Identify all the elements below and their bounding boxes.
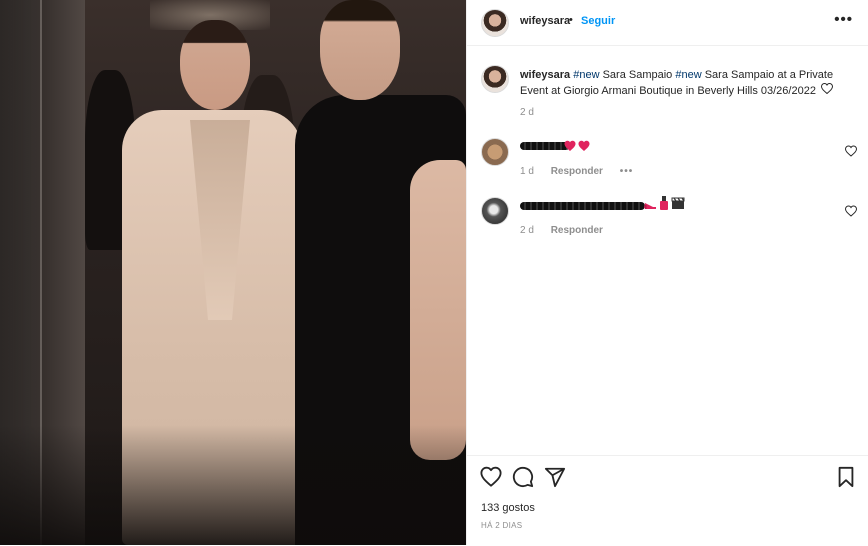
heart-emoji [564, 139, 592, 157]
comment-like-icon[interactable] [845, 205, 857, 217]
comment-item: 2 d Responder [467, 195, 868, 255]
avatar[interactable] [481, 9, 509, 37]
photo-woman-head [180, 20, 250, 110]
comment-like-icon[interactable] [845, 145, 857, 157]
comment-timestamp: 2 d [520, 225, 534, 236]
avatar[interactable] [481, 138, 509, 166]
post-photo[interactable] [0, 0, 466, 545]
comment-icon[interactable] [512, 466, 534, 488]
heart-icon[interactable] [480, 466, 502, 488]
hashtag-link[interactable]: #new [675, 69, 701, 81]
more-options-icon[interactable]: ••• [834, 11, 853, 28]
post-details-panel: wifeysara • Seguir ••• wifeysara #new Sa… [466, 0, 868, 545]
comment-meta: 2 d Responder [520, 225, 617, 236]
comment-item: 1 d Responder ••• [467, 135, 868, 195]
post-actions: 133 gostos HÁ 2 DIAS [467, 455, 868, 546]
redacted-username [520, 202, 645, 210]
caption-timestamp: 2 d [520, 107, 534, 118]
reply-button[interactable]: Responder [551, 166, 603, 177]
follow-button[interactable]: Seguir [581, 15, 615, 27]
share-icon[interactable] [544, 466, 566, 488]
separator-dot: • [569, 14, 573, 26]
nail-polish-emoji [659, 196, 669, 215]
header-username[interactable]: wifeysara [520, 15, 570, 27]
photo-floor [0, 425, 466, 545]
post-date: HÁ 2 DIAS [481, 521, 523, 530]
avatar[interactable] [481, 65, 509, 93]
bookmark-icon[interactable] [835, 466, 857, 488]
clapper-board-emoji [671, 197, 685, 215]
high-heel-emoji [643, 197, 657, 215]
caption-text: wifeysara #new Sara Sampaio #new Sara Sa… [520, 67, 850, 99]
hashtag-link[interactable]: #new [573, 69, 599, 81]
comment-meta: 1 d Responder ••• [520, 166, 647, 177]
avatar[interactable] [481, 197, 509, 225]
redacted-username [520, 142, 570, 150]
photo-man-head [320, 0, 400, 100]
caption-username[interactable]: wifeysara [520, 69, 570, 81]
comment-timestamp: 1 d [520, 166, 534, 177]
likes-count[interactable]: 133 gostos [481, 502, 535, 514]
comment-more-icon[interactable]: ••• [620, 166, 634, 177]
reply-button[interactable]: Responder [551, 225, 603, 236]
heart-icon[interactable] [821, 83, 834, 99]
photo-arm [410, 160, 466, 460]
post-header: wifeysara • Seguir ••• [467, 0, 868, 46]
caption-body: Sara Sampaio [599, 69, 676, 81]
